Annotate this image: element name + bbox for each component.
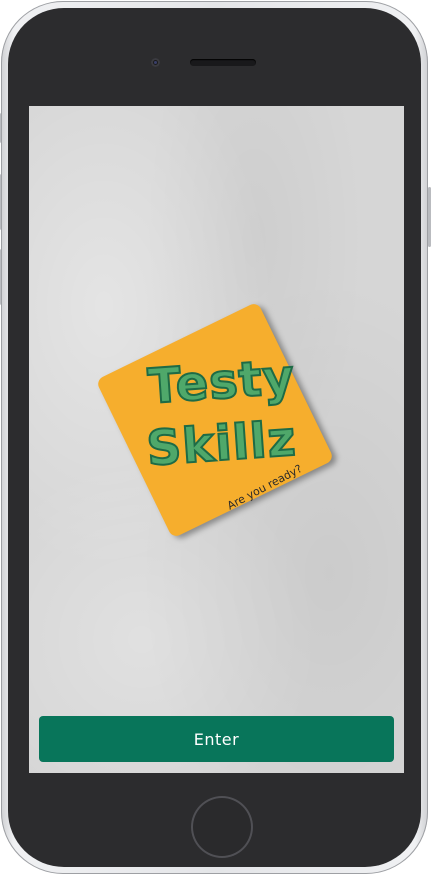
volume-up-button [0, 174, 1, 230]
logo: Testy Skillz Are you ready? [29, 106, 404, 773]
app-screen: Testy Skillz Are you ready? Enter [29, 106, 404, 773]
volume-down-button [0, 249, 1, 305]
phone-frame: Testy Skillz Are you ready? Enter [0, 1, 431, 874]
earpiece-speaker [190, 59, 256, 66]
front-camera-icon [151, 58, 160, 67]
enter-button[interactable]: Enter [39, 716, 394, 762]
home-button[interactable] [191, 796, 253, 858]
mute-switch [0, 113, 1, 143]
